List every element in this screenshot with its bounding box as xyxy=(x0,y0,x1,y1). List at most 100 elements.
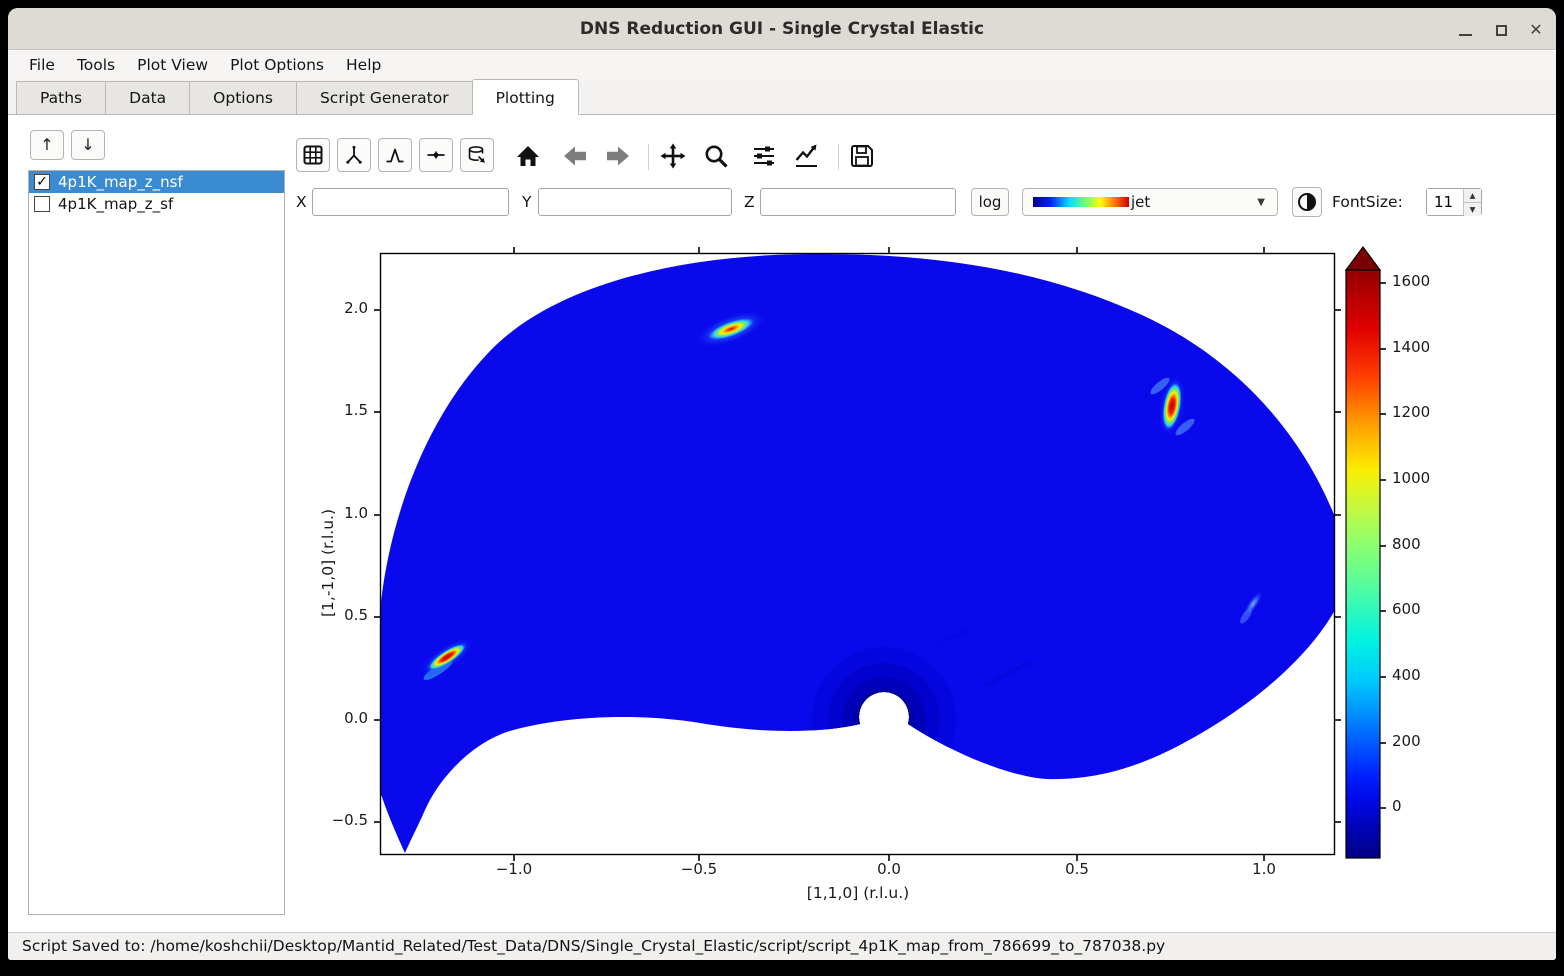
colorbar-tick-label: 1400 xyxy=(1392,338,1448,356)
tab-bar: Paths Data Options Script Generator Plot… xyxy=(8,80,1556,115)
colorbar-tick-label: 1000 xyxy=(1392,469,1448,487)
status-bar: Script Saved to: /home/koshchii/Desktop/… xyxy=(8,932,1556,960)
subplots-icon[interactable] xyxy=(751,143,777,169)
menu-help[interactable]: Help xyxy=(335,51,392,80)
toolbar-separator xyxy=(838,144,839,170)
colormap-name: jet xyxy=(1131,193,1257,211)
z-range-label: Z xyxy=(744,188,755,216)
menu-plot-options[interactable]: Plot Options xyxy=(219,51,335,80)
x-tick-label: 0.5 xyxy=(1042,860,1112,878)
x-tick-label: 1.0 xyxy=(1229,860,1299,878)
minimize-button[interactable] xyxy=(1454,18,1478,42)
minimize-icon xyxy=(1459,34,1472,36)
line-marker-icon xyxy=(425,144,447,166)
back-icon[interactable] xyxy=(562,143,588,169)
colorbar-tick-label: 600 xyxy=(1392,600,1448,618)
app-window: DNS Reduction GUI - Single Crystal Elast… xyxy=(8,8,1556,960)
up-arrow-icon: ↑ xyxy=(40,135,53,154)
grid-button[interactable] xyxy=(296,138,330,172)
fontsize-spinbox[interactable]: ▲ ▼ xyxy=(1426,188,1482,216)
colorbar-tick-label: 1200 xyxy=(1392,403,1448,421)
titlebar[interactable]: DNS Reduction GUI - Single Crystal Elast… xyxy=(8,8,1556,50)
close-icon: ✕ xyxy=(1524,18,1548,42)
customize-icon[interactable] xyxy=(793,143,819,169)
colorbar-tick-marks xyxy=(1380,283,1386,808)
x-tick-label: −0.5 xyxy=(664,860,734,878)
line-marker-button[interactable] xyxy=(419,138,453,172)
plot-canvas[interactable] xyxy=(348,241,1358,867)
window-title: DNS Reduction GUI - Single Crystal Elast… xyxy=(8,8,1556,50)
fontsize-input[interactable] xyxy=(1427,189,1463,215)
database-export-icon xyxy=(466,144,488,166)
move-down-button[interactable]: ↓ xyxy=(71,130,105,160)
x-range-label: X xyxy=(296,188,307,216)
z-range-input[interactable] xyxy=(760,188,956,216)
colormap-select[interactable]: jet ▼ xyxy=(1022,188,1278,216)
x-range-input[interactable] xyxy=(312,188,509,216)
invert-colormap-button[interactable] xyxy=(1292,187,1322,217)
x-tick-label: −1.0 xyxy=(479,860,549,878)
zoom-icon[interactable] xyxy=(703,143,729,169)
down-arrow-icon: ↓ xyxy=(81,135,94,154)
beamstop-ring xyxy=(854,689,914,749)
y-axis-label: [1,-1,0] (r.l.u.) xyxy=(319,455,337,671)
maximize-button[interactable] xyxy=(1490,18,1514,42)
menu-tools[interactable]: Tools xyxy=(66,51,126,80)
workspace-label: 4p1K_map_z_nsf xyxy=(58,173,183,191)
home-icon[interactable] xyxy=(515,143,541,169)
y-tick-label: −0.5 xyxy=(304,811,368,829)
screenshot-root: DNS Reduction GUI - Single Crystal Elast… xyxy=(0,0,1564,976)
tab-options[interactable]: Options xyxy=(189,81,297,114)
colorbar xyxy=(1338,244,1488,864)
grid-icon xyxy=(302,144,324,166)
y-tick-label: 1.5 xyxy=(304,401,368,419)
move-up-button[interactable]: ↑ xyxy=(30,130,64,160)
forward-icon[interactable] xyxy=(605,143,631,169)
peak-icon xyxy=(384,144,406,166)
instrument-axes-button[interactable] xyxy=(337,138,371,172)
tab-paths[interactable]: Paths xyxy=(16,81,106,114)
invert-colormap-icon xyxy=(1297,191,1317,213)
colorbar-gradient xyxy=(1346,270,1380,858)
y-range-input[interactable] xyxy=(538,188,732,216)
status-text: Script Saved to: /home/koshchii/Desktop/… xyxy=(22,937,1165,955)
y-tick-label: 2.0 xyxy=(304,299,368,317)
fontsize-label: FontSize: xyxy=(1332,188,1403,216)
chevron-down-icon: ▼ xyxy=(1257,197,1265,208)
peak-button[interactable] xyxy=(378,138,412,172)
menubar: File Tools Plot View Plot Options Help xyxy=(8,51,1556,80)
spin-down-button[interactable]: ▼ xyxy=(1464,202,1481,216)
y-range-label: Y xyxy=(522,188,531,216)
x-tick-label: 0.0 xyxy=(854,860,924,878)
log-button[interactable]: log xyxy=(971,188,1009,216)
tab-data[interactable]: Data xyxy=(105,81,190,114)
tab-plotting[interactable]: Plotting xyxy=(472,79,579,115)
colorbar-tick-label: 0 xyxy=(1392,797,1448,815)
pan-icon[interactable] xyxy=(660,143,686,169)
colormap-preview-strip xyxy=(1033,197,1129,207)
colorbar-tick-label: 400 xyxy=(1392,666,1448,684)
spin-up-button[interactable]: ▲ xyxy=(1464,189,1481,202)
workspace-row-nsf[interactable]: ✓ 4p1K_map_z_nsf xyxy=(29,171,284,193)
workspace-row-sf[interactable]: 4p1K_map_z_sf xyxy=(29,193,284,215)
save-icon[interactable] xyxy=(849,143,875,169)
workspace-checkbox-checked[interactable]: ✓ xyxy=(34,174,50,190)
y-tick-label: 0.0 xyxy=(304,709,368,727)
close-button[interactable]: ✕ xyxy=(1524,18,1548,42)
toolbar-separator xyxy=(648,144,649,170)
maximize-icon xyxy=(1496,25,1507,36)
x-axis-label: [1,1,0] (r.l.u.) xyxy=(758,884,958,902)
instrument-axes-icon xyxy=(343,144,365,166)
workspace-label: 4p1K_map_z_sf xyxy=(58,195,173,213)
workspace-checkbox-unchecked[interactable] xyxy=(34,196,50,212)
menu-plot-view[interactable]: Plot View xyxy=(126,51,219,80)
colorbar-tick-label: 200 xyxy=(1392,732,1448,750)
menu-file[interactable]: File xyxy=(18,51,66,80)
colorbar-extend-arrow xyxy=(1346,247,1380,270)
colorbar-tick-label: 800 xyxy=(1392,535,1448,553)
database-export-button[interactable] xyxy=(460,138,494,172)
coverage-region xyxy=(380,254,1335,853)
tab-script-generator[interactable]: Script Generator xyxy=(296,81,473,114)
colorbar-tick-label: 1600 xyxy=(1392,272,1448,290)
workspace-list: ✓ 4p1K_map_z_nsf 4p1K_map_z_sf xyxy=(28,170,285,915)
